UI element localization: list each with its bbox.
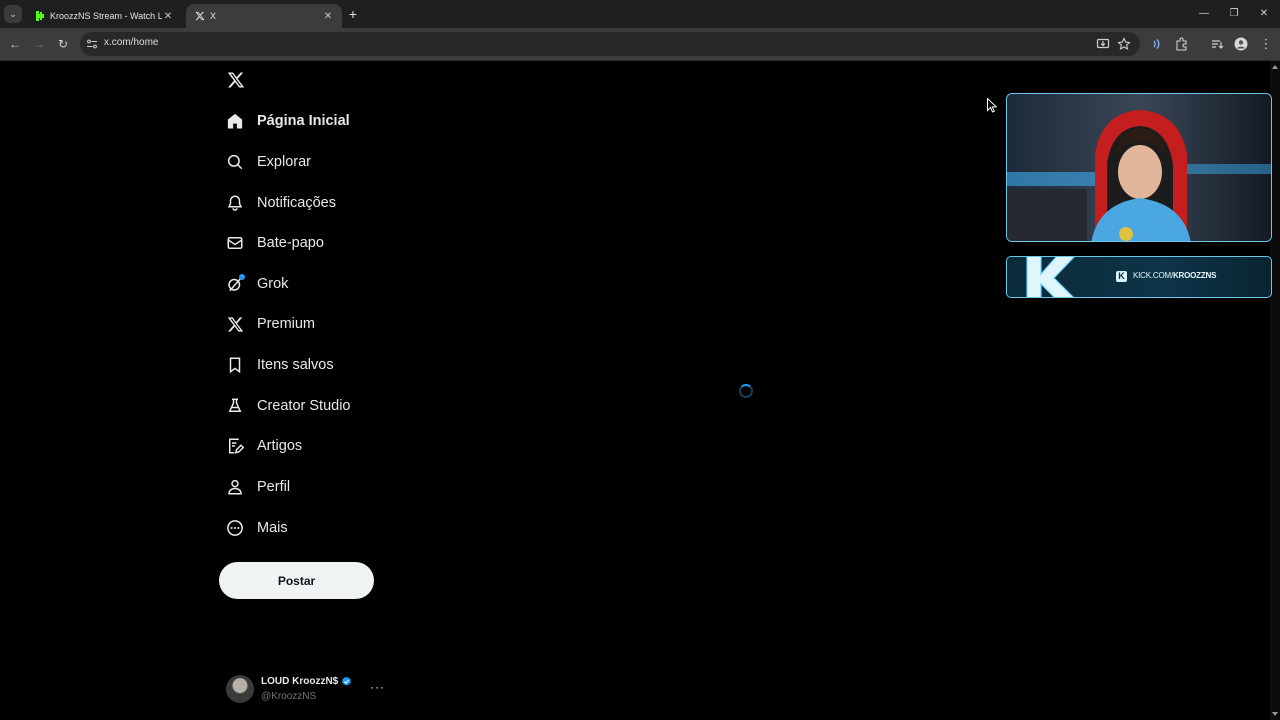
install-app-icon[interactable] xyxy=(1096,37,1110,51)
sidebar-item-label: Página Inicial xyxy=(257,113,350,129)
sidebar-item-label: Notificações xyxy=(257,195,336,211)
tab-close-icon[interactable]: ✕ xyxy=(162,11,174,22)
kick-favicon-icon xyxy=(34,11,45,22)
sidebar-item-label: Bate-papo xyxy=(257,235,324,251)
grok-icon xyxy=(226,274,245,293)
articles-icon xyxy=(226,437,244,455)
bookmark-icon xyxy=(226,356,244,374)
minimize-icon[interactable]: — xyxy=(1194,5,1214,23)
sidebar-item-bookmarks[interactable]: Itens salvos xyxy=(226,353,334,377)
tab-x[interactable]: X ✕ xyxy=(186,4,342,28)
sidebar-item-label: Itens salvos xyxy=(257,357,334,373)
more-circle-icon xyxy=(226,519,244,537)
x-logo-icon[interactable] xyxy=(227,71,245,89)
verified-badge-icon xyxy=(342,676,351,686)
x-favicon-icon xyxy=(194,11,205,22)
sidebar-item-grok[interactable]: Grok xyxy=(226,272,288,296)
search-icon xyxy=(226,153,244,171)
browser-toolbar: ← → ↻ x.com/home ⋮ xyxy=(0,28,1280,61)
home-icon xyxy=(226,112,244,130)
address-bar[interactable]: x.com/home xyxy=(80,32,1140,56)
sidebar-item-label: Grok xyxy=(257,276,289,292)
reload-icon[interactable]: ↻ xyxy=(56,37,70,51)
back-icon[interactable]: ← xyxy=(8,37,22,51)
kick-small-logo-icon: K xyxy=(1116,271,1127,282)
tab-kick-stream[interactable]: KroozzNS Stream - Watch Live o ✕ xyxy=(26,4,182,28)
kick-url-text: KICK.COM/KROOZZNS xyxy=(1133,271,1217,280)
sidebar-item-chat[interactable]: Bate-papo xyxy=(226,231,324,255)
url-text: x.com/home xyxy=(104,37,159,48)
close-window-icon[interactable]: ✕ xyxy=(1254,5,1274,23)
loading-spinner xyxy=(739,384,753,398)
account-name: LOUD KroozzN$ xyxy=(261,676,339,687)
sidebar-item-profile[interactable]: Perfil xyxy=(226,475,290,499)
reading-list-icon[interactable] xyxy=(1210,37,1224,51)
mail-icon xyxy=(226,234,244,252)
mouse-cursor-icon xyxy=(987,98,997,113)
account-switcher[interactable]: LOUD KroozzN$ @KroozzNS ··· xyxy=(226,674,386,706)
restore-icon[interactable]: ❐ xyxy=(1224,5,1244,23)
browser-tab-bar: ⌄ KroozzNS Stream - Watch Live o ✕ X ✕ +… xyxy=(0,0,1280,28)
sidebar-item-label: Premium xyxy=(257,316,316,332)
avatar xyxy=(226,675,254,703)
sidebar-item-label: Creator Studio xyxy=(257,398,351,414)
extensions-icon[interactable] xyxy=(1175,37,1189,51)
tab-close-icon[interactable]: ✕ xyxy=(322,11,334,22)
sidebar-item-label: Perfil xyxy=(257,479,291,495)
sidebar-item-home[interactable]: Página Inicial xyxy=(226,109,350,133)
webcam-overlay xyxy=(1006,93,1272,242)
bookmark-star-icon[interactable] xyxy=(1117,37,1131,51)
post-button[interactable]: Postar xyxy=(219,562,374,599)
profile-avatar-icon[interactable] xyxy=(1234,37,1248,51)
tab-title: KroozzNS Stream - Watch Live o xyxy=(50,11,162,21)
x-premium-icon xyxy=(226,315,244,333)
sidebar-item-explore[interactable]: Explorar xyxy=(226,150,311,174)
sidebar-item-label: Mais xyxy=(257,520,288,536)
tab-search-button[interactable]: ⌄ xyxy=(4,5,22,23)
unread-dot xyxy=(239,274,245,280)
scroll-down-icon[interactable] xyxy=(1272,712,1278,716)
forward-icon[interactable]: → xyxy=(32,37,46,51)
more-options-icon[interactable]: ··· xyxy=(370,680,385,694)
scroll-up-icon[interactable] xyxy=(1272,65,1278,69)
kick-logo-icon xyxy=(1026,257,1075,297)
media-cast-icon[interactable] xyxy=(1150,37,1164,51)
site-info-icon[interactable] xyxy=(86,38,98,50)
profile-icon xyxy=(226,478,244,496)
webcam-feed xyxy=(1007,94,1271,241)
sidebar-item-more[interactable]: Mais xyxy=(226,516,288,540)
account-handle: @KroozzNS xyxy=(261,691,317,702)
sidebar-item-articles[interactable]: Artigos xyxy=(226,434,302,458)
sidebar-item-label: Explorar xyxy=(257,154,311,170)
sidebar-item-notifications[interactable]: Notificações xyxy=(226,191,336,215)
tab-title: X xyxy=(210,11,217,21)
kick-channel-banner: K KICK.COM/KROOZZNS xyxy=(1006,256,1272,298)
creator-studio-icon xyxy=(226,397,244,415)
bell-icon xyxy=(226,194,244,212)
new-tab-icon[interactable]: + xyxy=(346,6,360,22)
sidebar-item-label: Artigos xyxy=(257,438,303,454)
browser-menu-icon[interactable]: ⋮ xyxy=(1259,37,1273,51)
sidebar-item-creator-studio[interactable]: Creator Studio xyxy=(226,394,351,418)
sidebar-item-premium[interactable]: Premium xyxy=(226,312,315,336)
